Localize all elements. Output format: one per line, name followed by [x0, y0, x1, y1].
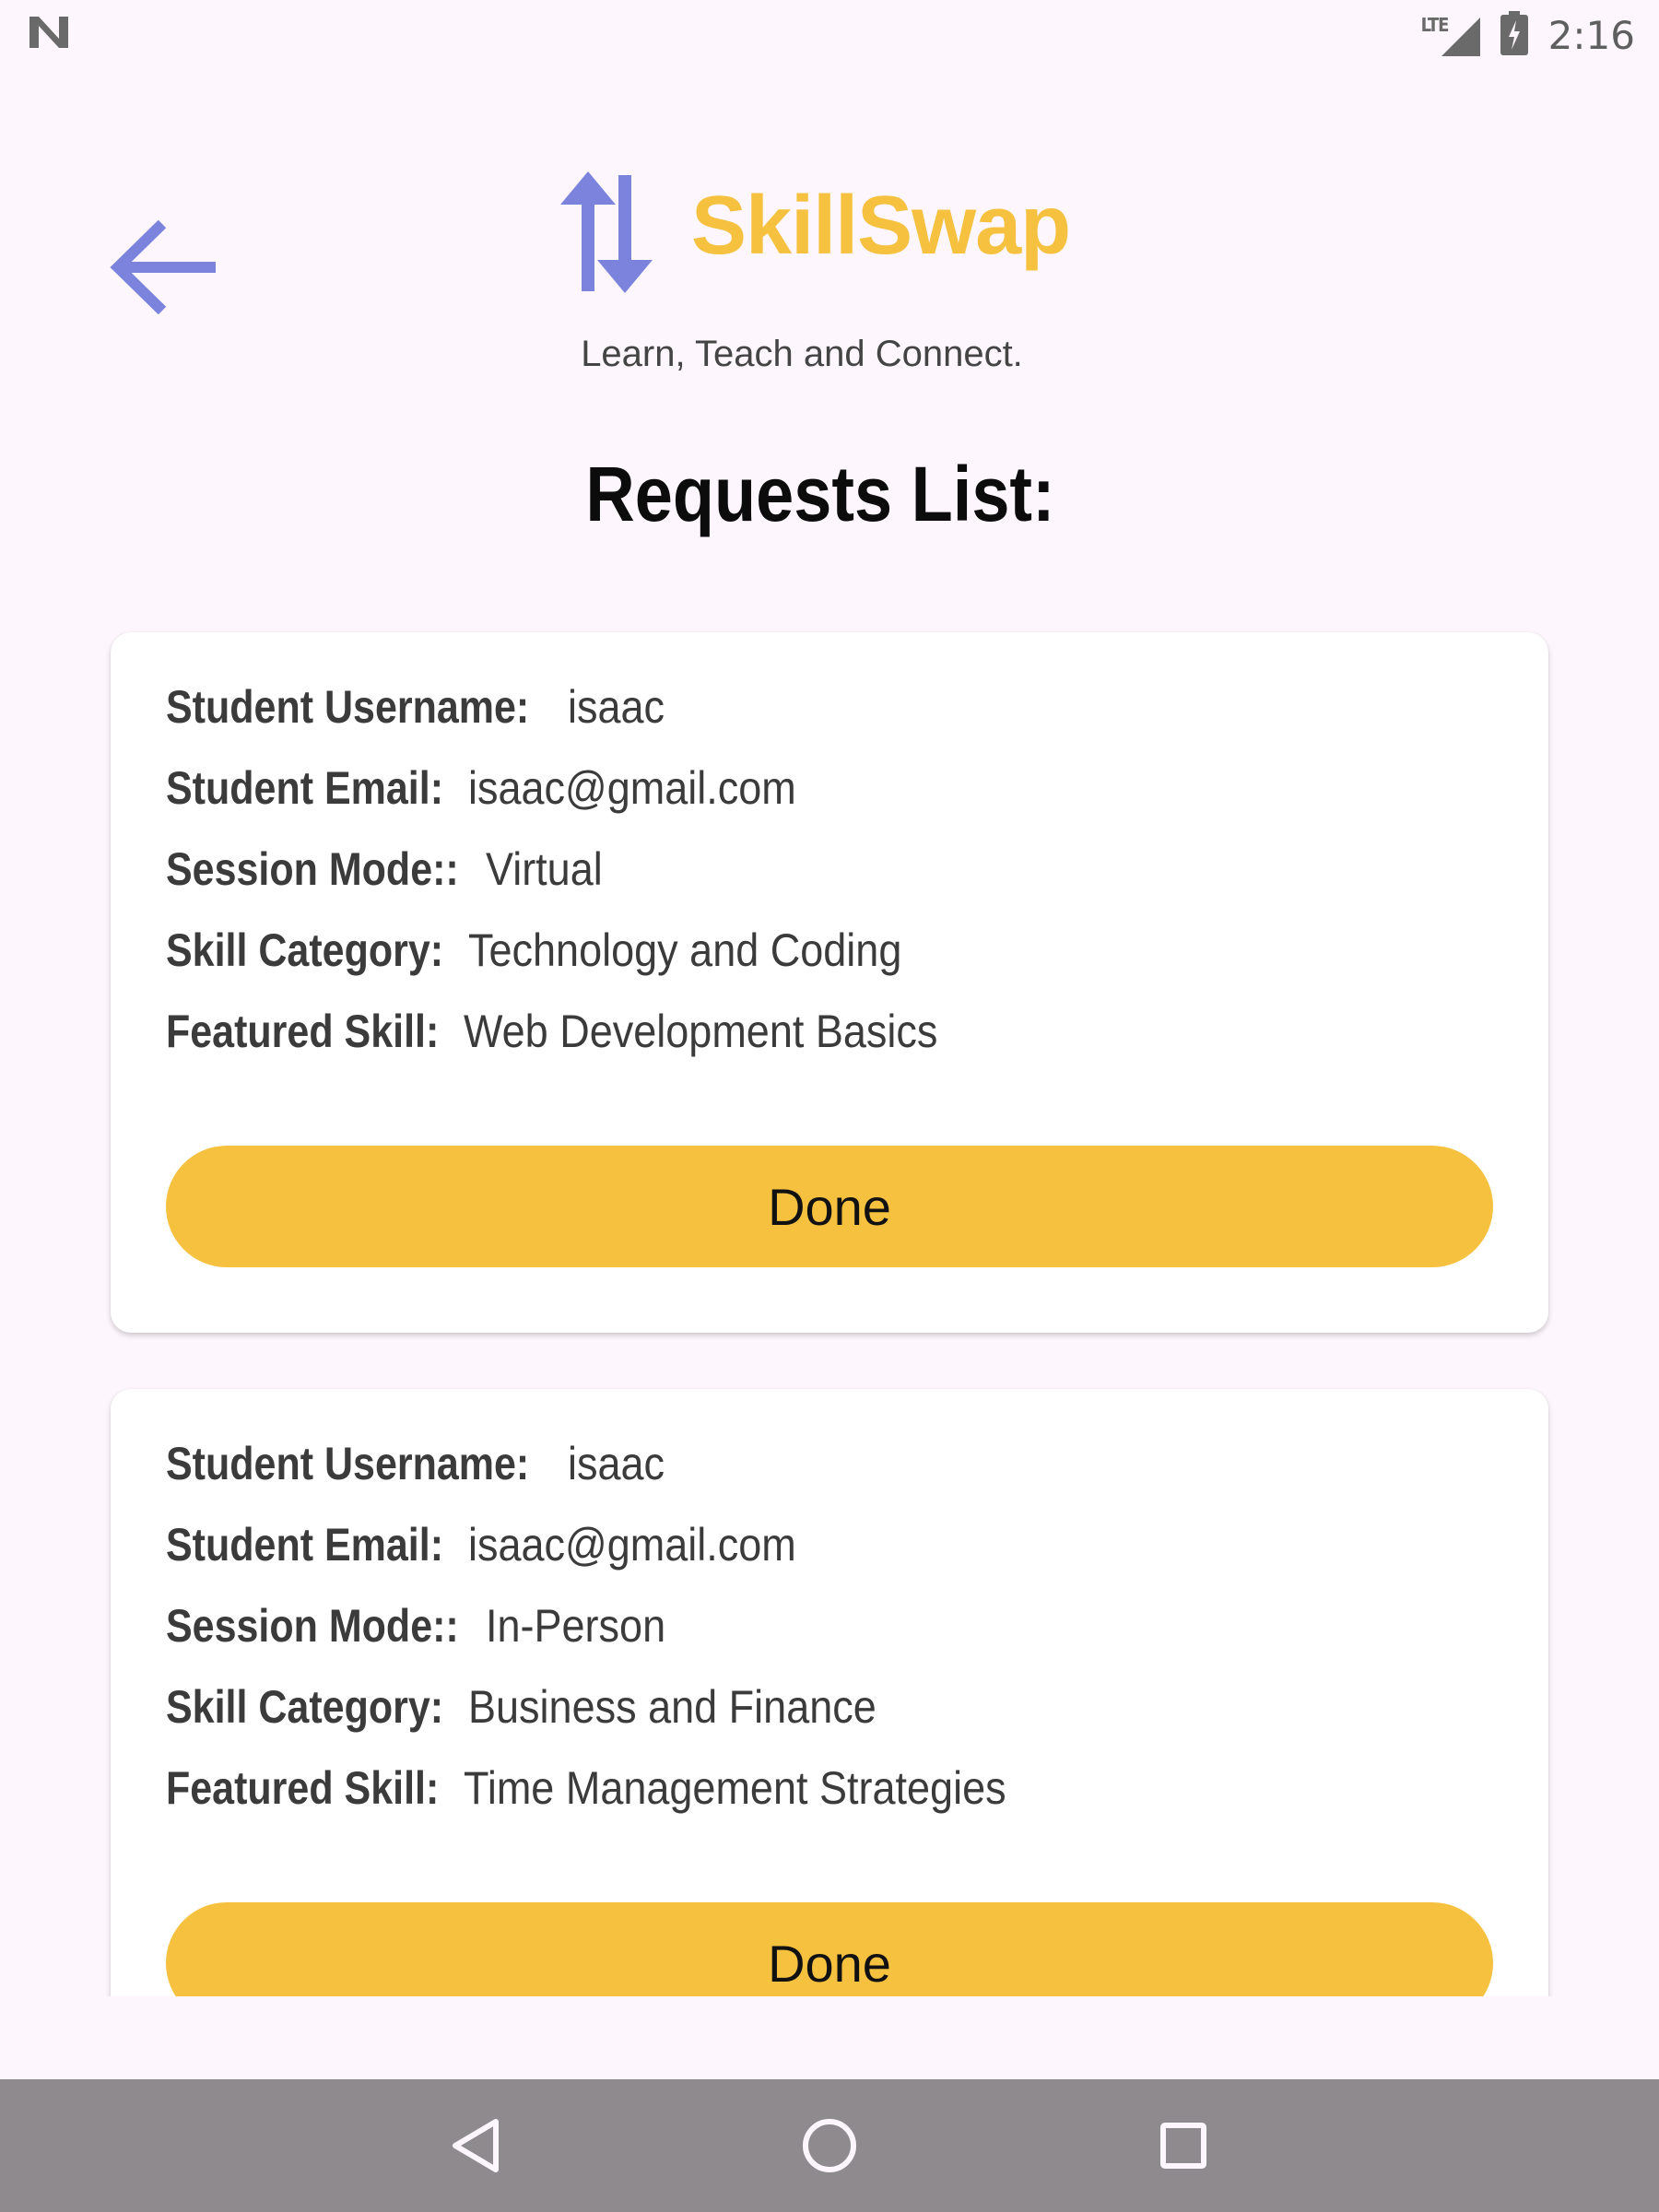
- username-label: Student Username:: [166, 681, 530, 733]
- featured-skill-value: Web Development Basics: [463, 1006, 937, 1057]
- username-value: isaac: [568, 681, 665, 733]
- status-bar: LTE 2:16: [0, 0, 1659, 70]
- featured-skill-row: Featured Skill: Web Development Basics: [166, 1005, 990, 1069]
- skill-category-label: Skill Category:: [166, 924, 444, 976]
- done-button[interactable]: Done: [166, 1902, 1493, 1996]
- email-row: Student Email: isaac@gmail.com: [166, 1518, 832, 1583]
- app-title: SkillSwap: [691, 180, 1071, 272]
- navigation-bar: [0, 2079, 1659, 2212]
- skill-category-value: Business and Finance: [468, 1681, 877, 1733]
- requests-screen: LTE 2:16 SkillSwap Learn, Teach and Conn…: [0, 0, 1659, 2212]
- page-title: Requests List:: [585, 451, 1055, 537]
- session-mode-row: Session Mode:: Virtual: [166, 842, 616, 907]
- username-row: Student Username: isaac: [166, 680, 676, 745]
- skill-category-value: Technology and Coding: [468, 924, 902, 976]
- recents-square-icon: [1160, 2123, 1206, 2169]
- app-tagline: Learn, Teach and Connect.: [581, 334, 1023, 374]
- nav-home-button[interactable]: [783, 2100, 876, 2192]
- battery-charging-icon: [1500, 10, 1528, 60]
- session-mode-label: Session Mode::: [166, 1600, 459, 1652]
- username-value: isaac: [568, 1438, 665, 1489]
- session-mode-label: Session Mode::: [166, 843, 459, 895]
- username-row: Student Username: isaac: [166, 1437, 676, 1501]
- arrow-left-icon: [110, 219, 216, 315]
- notification-n-icon: [28, 15, 70, 54]
- email-row: Student Email: isaac@gmail.com: [166, 761, 832, 826]
- email-value: isaac@gmail.com: [468, 762, 796, 814]
- status-time: 2:16: [1547, 12, 1635, 58]
- email-label: Student Email:: [166, 1519, 444, 1571]
- session-mode-value: In-Person: [486, 1600, 666, 1652]
- featured-skill-value: Time Management Strategies: [463, 1762, 1006, 1814]
- request-card: Student Username: isaac Student Email: i…: [111, 1389, 1548, 1996]
- request-card: Student Username: isaac Student Email: i…: [111, 632, 1548, 1333]
- skill-category-row: Skill Category: Business and Finance: [166, 1680, 922, 1745]
- email-label: Student Email:: [166, 762, 444, 814]
- session-mode-value: Virtual: [486, 843, 604, 895]
- featured-skill-label: Featured Skill:: [166, 1006, 440, 1057]
- back-triangle-icon: [453, 2119, 499, 2172]
- nav-recents-button[interactable]: [1137, 2100, 1230, 2192]
- signal-icon: LTE: [1421, 12, 1482, 58]
- featured-skill-row: Featured Skill: Time Management Strategi…: [166, 1761, 1066, 1826]
- username-label: Student Username:: [166, 1438, 530, 1489]
- requests-list[interactable]: Student Username: isaac Student Email: i…: [0, 608, 1659, 1996]
- status-indicators: LTE 2:16: [1421, 7, 1635, 63]
- back-button[interactable]: [105, 203, 225, 332]
- skill-category-label: Skill Category:: [166, 1681, 444, 1733]
- swap-arrows-icon: [557, 168, 658, 301]
- home-circle-icon: [803, 2119, 856, 2172]
- nav-back-button[interactable]: [429, 2100, 522, 2192]
- skill-category-row: Skill Category: Technology and Coding: [166, 924, 950, 988]
- featured-skill-label: Featured Skill:: [166, 1762, 440, 1814]
- done-button[interactable]: Done: [166, 1146, 1493, 1267]
- session-mode-row: Session Mode:: In-Person: [166, 1599, 686, 1664]
- email-value: isaac@gmail.com: [468, 1519, 796, 1571]
